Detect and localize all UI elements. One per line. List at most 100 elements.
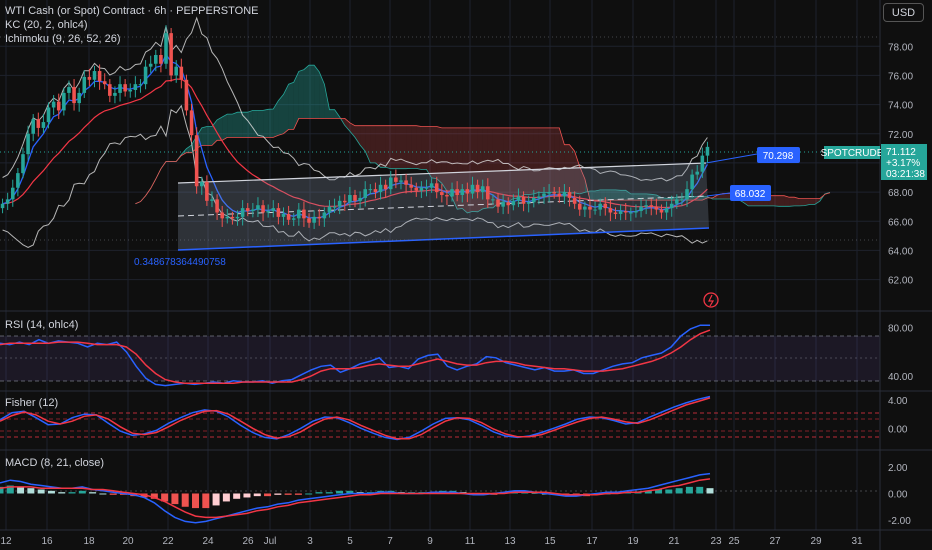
cloud-segment — [237, 112, 243, 138]
candle-body — [276, 208, 281, 217]
candle-body — [608, 208, 613, 213]
candle-body — [230, 216, 235, 219]
time-axis[interactable]: 12 16 18 20 22 24 26 Jul 3 5 7 9 11 13 15 17 19 21 23 25 27 2… — [0, 536, 863, 547]
candle-body — [480, 186, 485, 193]
candle-body — [460, 189, 465, 195]
cloud-segment — [263, 109, 269, 138]
time-tick-label: 15 — [544, 536, 556, 547]
macd-histogram-bar — [27, 488, 35, 494]
cloud-segment — [789, 197, 795, 207]
time-tick-label: Jul — [264, 536, 277, 547]
candle-body — [199, 181, 204, 187]
upper-channel-label[interactable]: 70.298 — [757, 147, 800, 163]
macd-histogram-bar — [78, 490, 86, 494]
rsi-legend[interactable]: RSI (14, ohlc4) — [5, 319, 78, 331]
candle-body — [266, 211, 270, 213]
candle-body — [705, 146, 710, 156]
indicator-tick-label: 0.00 — [888, 424, 908, 435]
candle-body — [363, 189, 368, 198]
candle-body — [700, 155, 705, 172]
candle-body — [143, 66, 148, 85]
macd-histogram-bar — [696, 486, 704, 494]
candle-body — [639, 206, 643, 212]
time-tick-label: 16 — [41, 536, 53, 547]
candle-body — [297, 209, 301, 219]
candle-body — [164, 33, 168, 64]
candle-body — [486, 186, 490, 200]
time-tick-label: 17 — [586, 536, 598, 547]
candle-body — [557, 193, 562, 197]
svg-text:+3.17%: +3.17% — [886, 158, 920, 169]
ichimoku-legend[interactable]: Ichimoku (9, 26, 52, 26) — [5, 33, 121, 45]
cloud-segment — [309, 65, 315, 119]
candle-body — [261, 205, 265, 213]
cloud-segment — [779, 195, 785, 207]
candle-body — [281, 213, 286, 217]
macd-histogram-bar — [706, 488, 714, 494]
candle-body — [577, 203, 582, 210]
macd-histogram-bar — [202, 493, 210, 509]
cloud-segment — [227, 114, 233, 138]
cloud-segment — [206, 126, 212, 146]
candle-body — [286, 213, 291, 220]
fisher-legend[interactable]: Fisher (12) — [5, 397, 58, 409]
candle-body — [128, 90, 133, 92]
candle-body — [10, 187, 15, 200]
macd-histogram-bar — [171, 493, 179, 505]
candle-body — [102, 81, 107, 85]
candle-body — [210, 199, 214, 201]
candle-body — [429, 183, 434, 188]
indicator-tick-label: 80.00 — [888, 324, 913, 335]
candle-body — [194, 135, 199, 187]
candle-body — [588, 206, 592, 210]
candle-body — [368, 189, 373, 191]
candle-body — [31, 119, 35, 134]
candle-body — [603, 203, 608, 209]
candle-body — [399, 180, 403, 182]
chart-title[interactable]: WTI Cash (or Spot) Contract · 6h · PEPPE… — [5, 5, 258, 17]
time-tick-label: 18 — [83, 536, 95, 547]
candle-body — [348, 195, 352, 203]
cloud-segment — [257, 110, 264, 138]
candle-body — [521, 196, 526, 204]
chart-canvas[interactable]: 0.348678364490758 70.298 68.032 62.0064.… — [0, 0, 932, 550]
cloud-segment — [773, 195, 779, 207]
candle-body — [307, 218, 311, 223]
candle-body — [312, 216, 316, 223]
candle-body — [378, 184, 383, 193]
candle-body — [634, 211, 638, 213]
time-tick-label: 22 — [162, 536, 174, 547]
time-tick-label: 12 — [0, 536, 12, 547]
candle-body — [394, 177, 398, 182]
candle-body — [184, 79, 189, 111]
candle-body — [685, 189, 689, 200]
kc-legend[interactable]: KC (20, 2, ohlc4) — [5, 19, 88, 31]
candle-body — [291, 218, 296, 220]
time-tick-label: 19 — [627, 536, 639, 547]
candle-body — [220, 212, 224, 219]
candle-body — [56, 101, 61, 111]
price-tick-label: 78.00 — [888, 42, 913, 53]
candle-body — [618, 211, 623, 214]
currency-button[interactable]: USD — [883, 3, 924, 22]
candle-body — [62, 92, 66, 111]
candle-body — [77, 92, 81, 104]
time-tick-label: 27 — [769, 536, 781, 547]
candle-body — [542, 193, 546, 197]
macd-histogram-bar — [284, 493, 292, 495]
macd-histogram-bar — [89, 492, 97, 494]
candle-body — [675, 199, 679, 204]
time-tick-label: 3 — [307, 536, 313, 547]
indicator-tick-label: 40.00 — [888, 372, 913, 383]
cloud-segment — [380, 125, 386, 168]
time-tick-label: 5 — [347, 536, 353, 547]
lower-channel-label[interactable]: 68.032 — [730, 185, 771, 201]
time-tick-label: 20 — [122, 536, 134, 547]
candle-body — [526, 202, 531, 204]
candle-body — [659, 209, 664, 213]
macd-legend[interactable]: MACD (8, 21, close) — [5, 457, 104, 469]
candle-body — [414, 187, 419, 191]
cloud-segment — [314, 65, 320, 119]
candle-body — [353, 195, 357, 201]
candle-body — [537, 196, 541, 198]
